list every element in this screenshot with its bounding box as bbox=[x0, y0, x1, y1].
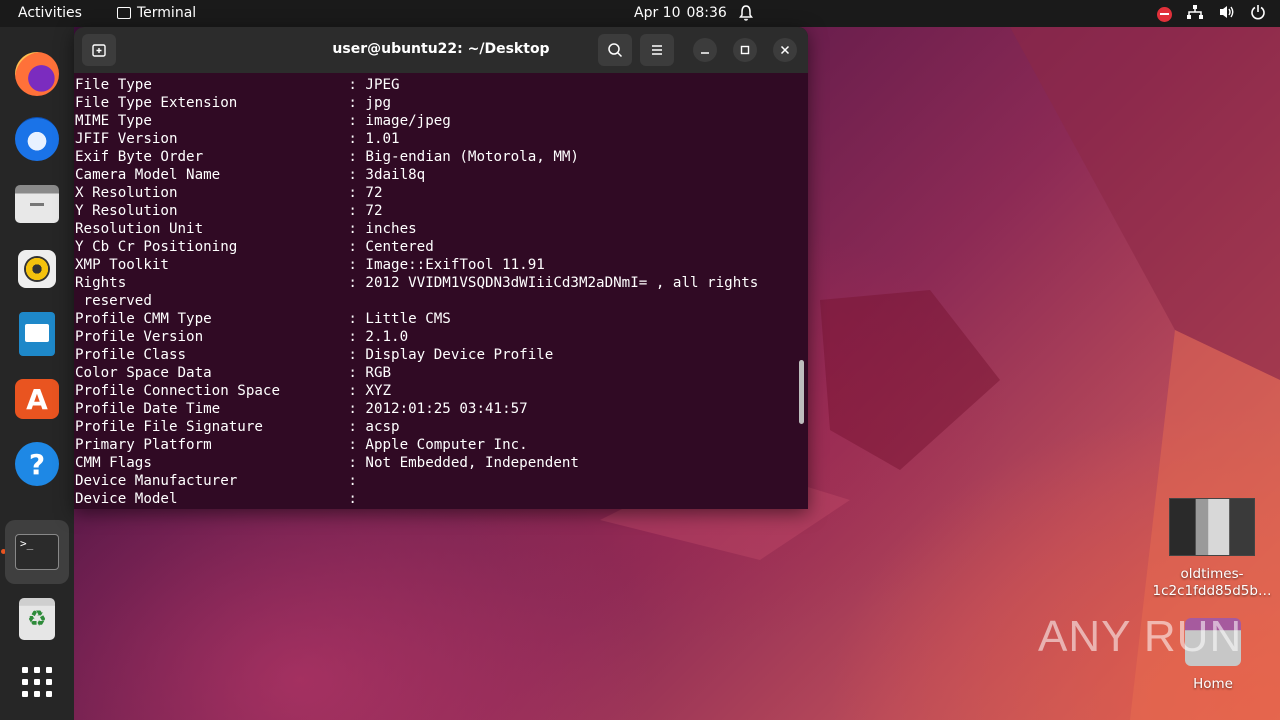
file-label-line2: 1c2c1fdd85d5b… bbox=[1152, 583, 1272, 599]
app-menu[interactable]: Terminal bbox=[117, 5, 196, 21]
terminal-line: X Resolution : 72 bbox=[75, 185, 383, 201]
terminal-window[interactable]: user@ubuntu22: ~/Desktop File Type : JPE… bbox=[74, 27, 808, 509]
volume-icon bbox=[1218, 4, 1236, 24]
terminal-icon[interactable]: >_ bbox=[5, 520, 69, 584]
terminal-line: Profile Class : Display Device Profile bbox=[75, 347, 554, 363]
top-bar: Activities Terminal Apr 10 08:36 bbox=[0, 0, 1280, 27]
terminal-line: XMP Toolkit : Image::ExifTool 11.91 bbox=[75, 257, 545, 273]
firefox-icon[interactable] bbox=[5, 42, 69, 106]
clock[interactable]: Apr 10 08:36 bbox=[634, 5, 727, 21]
hamburger-icon bbox=[652, 45, 662, 55]
image-thumbnail bbox=[1169, 498, 1255, 556]
terminal-line: Profile Connection Space : XYZ bbox=[75, 383, 392, 399]
file-label-line1: oldtimes- bbox=[1180, 566, 1244, 582]
terminal-line: Primary Platform : Apple Computer Inc. bbox=[75, 437, 528, 453]
terminal-output[interactable]: File Type : JPEG File Type Extension : jp… bbox=[75, 76, 795, 509]
show-apps-icon[interactable] bbox=[5, 650, 69, 714]
clock-time: 08:36 bbox=[686, 5, 727, 21]
system-tray[interactable] bbox=[1157, 4, 1266, 24]
terminal-line: Profile Date Time : 2012:01:25 03:41:57 bbox=[75, 401, 528, 417]
terminal-line: Device Model : bbox=[75, 491, 366, 507]
maximize-button[interactable] bbox=[733, 38, 757, 62]
terminal-line: Resolution Unit : inches bbox=[75, 221, 417, 237]
terminal-line: Color Space Data : RGB bbox=[75, 365, 392, 381]
terminal-line: CMM Flags : Not Embedded, Independent bbox=[75, 455, 579, 471]
help-icon[interactable]: ? bbox=[5, 432, 69, 496]
search-button[interactable] bbox=[598, 34, 632, 66]
search-icon bbox=[608, 43, 623, 58]
terminal-line: Y Resolution : 72 bbox=[75, 203, 383, 219]
terminal-line: MIME Type : image/jpeg bbox=[75, 113, 451, 129]
bell-icon bbox=[738, 4, 754, 26]
terminal-line: Profile File Signature : acsp bbox=[75, 419, 400, 435]
menu-button[interactable] bbox=[640, 34, 674, 66]
maximize-icon bbox=[740, 45, 750, 55]
rhythmbox-icon[interactable] bbox=[5, 237, 69, 301]
terminal-line: Camera Model Name : 3dail8q bbox=[75, 167, 426, 183]
activities-button[interactable]: Activities bbox=[18, 5, 82, 21]
terminal-line: reserved bbox=[75, 293, 152, 309]
close-icon bbox=[780, 45, 790, 55]
terminal-line: File Type Extension : jpg bbox=[75, 95, 392, 111]
terminal-line: Profile Version : 2.1.0 bbox=[75, 329, 409, 345]
anyrun-watermark: ANY RUN bbox=[1038, 612, 1243, 661]
terminal-line: Rights : 2012 VVIDM1VSQDN3dWIiiCd3M2aDNm… bbox=[75, 275, 759, 291]
clock-date: Apr 10 bbox=[634, 5, 681, 21]
files-icon[interactable] bbox=[5, 172, 69, 236]
terminal-line: JFIF Version : 1.01 bbox=[75, 131, 400, 147]
trash-icon[interactable]: ♻ bbox=[5, 587, 69, 651]
app-name: Terminal bbox=[137, 5, 197, 21]
dock: A ? >_ ♻ bbox=[0, 27, 74, 720]
scrollbar[interactable] bbox=[799, 360, 804, 424]
do-not-disturb-icon bbox=[1157, 6, 1172, 22]
libreoffice-impress-icon[interactable] bbox=[5, 302, 69, 366]
home-label: Home bbox=[1193, 676, 1233, 692]
app-center-icon[interactable]: A bbox=[5, 367, 69, 431]
terminal-prompt-glyph: >_ bbox=[15, 534, 59, 570]
terminal-line: File Type : JPEG bbox=[75, 77, 400, 93]
close-button[interactable] bbox=[773, 38, 797, 62]
power-icon bbox=[1250, 4, 1266, 24]
network-icon bbox=[1186, 4, 1204, 24]
terminal-line: Device Manufacturer : bbox=[75, 473, 366, 489]
terminal-line: Y Cb Cr Positioning : Centered bbox=[75, 239, 434, 255]
terminal-line: Exif Byte Order : Big-endian (Motorola, … bbox=[75, 149, 579, 165]
terminal-app-icon bbox=[117, 7, 131, 19]
thunderbird-icon[interactable] bbox=[5, 107, 69, 171]
terminal-header[interactable]: user@ubuntu22: ~/Desktop bbox=[74, 27, 808, 73]
desktop-file-icon[interactable]: oldtimes- 1c2c1fdd85d5b… bbox=[1150, 498, 1274, 600]
minimize-button[interactable] bbox=[693, 38, 717, 62]
terminal-line: Profile CMM Type : Little CMS bbox=[75, 311, 451, 327]
minimize-icon bbox=[701, 52, 709, 54]
